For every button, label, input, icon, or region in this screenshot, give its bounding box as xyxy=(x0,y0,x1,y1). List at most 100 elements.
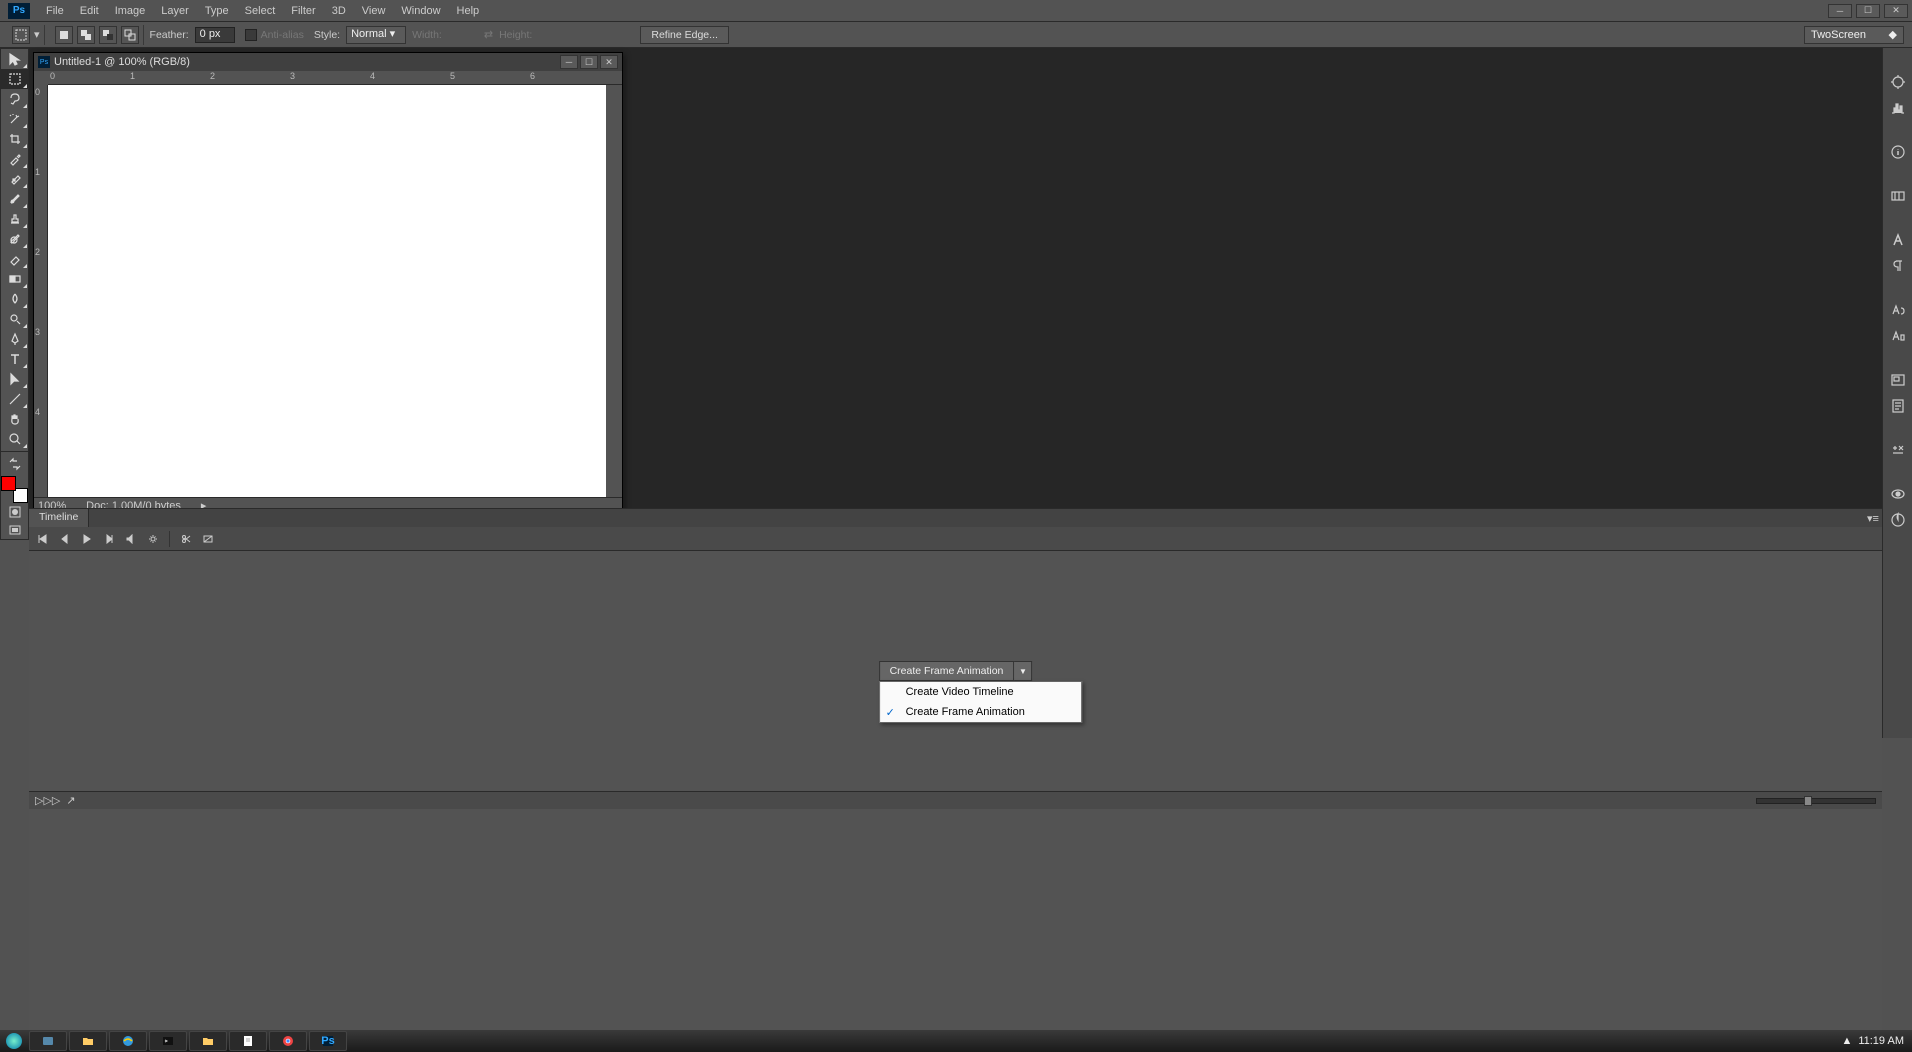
menu-layer[interactable]: Layer xyxy=(153,5,197,17)
play-icon[interactable] xyxy=(79,531,95,547)
dropdown-item-frame-animation[interactable]: ✓ Create Frame Animation xyxy=(880,702,1082,722)
shape-tool-icon[interactable] xyxy=(1,389,28,409)
blur-tool-icon[interactable] xyxy=(1,289,28,309)
doc-minimize-icon[interactable]: ─ xyxy=(560,55,578,69)
selection-new-icon[interactable] xyxy=(55,26,73,44)
menu-bar: Ps File Edit Image Layer Type Select Fil… xyxy=(0,0,1912,22)
navigator-panel-icon[interactable] xyxy=(1886,370,1910,390)
menu-select[interactable]: Select xyxy=(237,5,284,17)
taskbar-ie-icon[interactable] xyxy=(109,1031,147,1051)
taskbar-photoshop-icon[interactable]: Ps xyxy=(309,1031,347,1051)
menu-edit[interactable]: Edit xyxy=(72,5,107,17)
history-brush-tool-icon[interactable] xyxy=(1,229,28,249)
selection-add-icon[interactable] xyxy=(77,26,95,44)
zoom-tool-icon[interactable] xyxy=(1,429,28,449)
window-close-icon[interactable]: ✕ xyxy=(1884,4,1908,18)
screenmode-icon[interactable] xyxy=(1,521,28,539)
layer-comps-panel-icon[interactable] xyxy=(1886,484,1910,504)
zoom-slider[interactable] xyxy=(1756,798,1876,804)
notes-panel-icon[interactable] xyxy=(1886,396,1910,416)
eraser-tool-icon[interactable] xyxy=(1,249,28,269)
brush-panel-icon[interactable] xyxy=(1886,72,1910,92)
selection-intersect-icon[interactable] xyxy=(121,26,139,44)
canvas[interactable] xyxy=(48,85,606,497)
timeline-tab[interactable]: Timeline xyxy=(29,509,89,527)
menu-3d[interactable]: 3D xyxy=(324,5,354,17)
path-select-tool-icon[interactable] xyxy=(1,369,28,389)
paragraph-styles-panel-icon[interactable] xyxy=(1886,326,1910,346)
info-panel-icon[interactable] xyxy=(1886,142,1910,162)
pen-tool-icon[interactable] xyxy=(1,329,28,349)
swap-colors-icon[interactable] xyxy=(1,454,28,474)
character-styles-panel-icon[interactable] xyxy=(1886,300,1910,320)
hand-tool-icon[interactable] xyxy=(1,409,28,429)
dodge-tool-icon[interactable] xyxy=(1,309,28,329)
split-clip-icon[interactable] xyxy=(178,531,194,547)
menu-type[interactable]: Type xyxy=(197,5,237,17)
step-forward-icon[interactable] xyxy=(101,531,117,547)
ruler-horizontal[interactable]: 0 1 2 3 4 5 6 xyxy=(48,71,622,85)
feather-input[interactable]: 0 px xyxy=(195,27,235,43)
clock[interactable]: 11:19 AM xyxy=(1858,1035,1904,1047)
workspace-select[interactable]: TwoScreen◆ xyxy=(1804,26,1904,44)
style-select[interactable]: Normal ▾ xyxy=(346,26,406,44)
foreground-color-swatch[interactable] xyxy=(1,476,16,491)
wand-tool-icon[interactable] xyxy=(1,109,28,129)
audio-mute-icon[interactable] xyxy=(123,531,139,547)
menu-image[interactable]: Image xyxy=(107,5,154,17)
document-titlebar[interactable]: Ps Untitled-1 @ 100% (RGB/8) ─ ☐ ✕ xyxy=(34,53,622,71)
ruler-vertical[interactable]: 0 1 2 3 4 xyxy=(34,85,48,497)
lasso-tool-icon[interactable] xyxy=(1,89,28,109)
doc-close-icon[interactable]: ✕ xyxy=(600,55,618,69)
brush-tool-icon[interactable] xyxy=(1,189,28,209)
taskbar-chrome-icon[interactable] xyxy=(269,1031,307,1051)
taskbar-folder-icon[interactable] xyxy=(189,1031,227,1051)
start-button[interactable] xyxy=(0,1030,28,1052)
loop-indicator[interactable]: ▷▷▷ xyxy=(35,794,60,807)
histogram-panel-icon[interactable] xyxy=(1886,98,1910,118)
taskbar-explorer-icon[interactable] xyxy=(69,1031,107,1051)
quickmask-icon[interactable] xyxy=(1,503,28,521)
menu-view[interactable]: View xyxy=(354,5,394,17)
refine-edge-button[interactable]: Refine Edge... xyxy=(640,26,729,44)
color-swatches[interactable] xyxy=(1,476,28,503)
taskbar-notes-icon[interactable] xyxy=(229,1031,267,1051)
stamp-tool-icon[interactable] xyxy=(1,209,28,229)
dropdown-arrow-icon[interactable]: ▾ xyxy=(34,28,40,41)
adjustments-panel-icon[interactable] xyxy=(1886,186,1910,206)
transition-icon[interactable] xyxy=(200,531,216,547)
actions-panel-icon[interactable] xyxy=(1886,440,1910,460)
window-minimize-icon[interactable]: ─ xyxy=(1828,4,1852,18)
paragraph-panel-icon[interactable] xyxy=(1886,256,1910,276)
menu-filter[interactable]: Filter xyxy=(283,5,323,17)
heal-tool-icon[interactable] xyxy=(1,169,28,189)
tray-flag-icon[interactable]: ▲ xyxy=(1841,1035,1852,1047)
window-maximize-icon[interactable]: ☐ xyxy=(1856,4,1880,18)
doc-maximize-icon[interactable]: ☐ xyxy=(580,55,598,69)
taskbar-cmd-icon[interactable] xyxy=(149,1031,187,1051)
selection-subtract-icon[interactable] xyxy=(99,26,117,44)
character-panel-icon[interactable] xyxy=(1886,230,1910,250)
marquee-tool-preset-icon[interactable] xyxy=(12,26,30,44)
step-back-icon[interactable] xyxy=(57,531,73,547)
crop-tool-icon[interactable] xyxy=(1,129,28,149)
render-icon[interactable]: ↗ xyxy=(66,794,75,807)
menu-file[interactable]: File xyxy=(38,5,72,17)
create-animation-dropdown-icon[interactable]: ▼ xyxy=(1014,661,1032,681)
type-tool-icon[interactable] xyxy=(1,349,28,369)
taskbar-pinned-icon[interactable] xyxy=(29,1031,67,1051)
style-label: Style: xyxy=(314,29,340,41)
panel-menu-icon[interactable]: ▾≡ xyxy=(1864,509,1882,527)
menu-help[interactable]: Help xyxy=(449,5,488,17)
settings-icon[interactable] xyxy=(145,531,161,547)
gradient-tool-icon[interactable] xyxy=(1,269,28,289)
layers-panel-icon[interactable] xyxy=(1886,510,1910,530)
check-icon: ✓ xyxy=(886,706,895,719)
menu-window[interactable]: Window xyxy=(393,5,448,17)
move-tool-icon[interactable] xyxy=(1,49,28,69)
create-animation-button[interactable]: Create Frame Animation xyxy=(879,661,1015,681)
eyedropper-tool-icon[interactable] xyxy=(1,149,28,169)
go-to-first-frame-icon[interactable] xyxy=(35,531,51,547)
dropdown-item-video-timeline[interactable]: Create Video Timeline xyxy=(880,682,1082,702)
marquee-tool-icon[interactable] xyxy=(1,69,28,89)
